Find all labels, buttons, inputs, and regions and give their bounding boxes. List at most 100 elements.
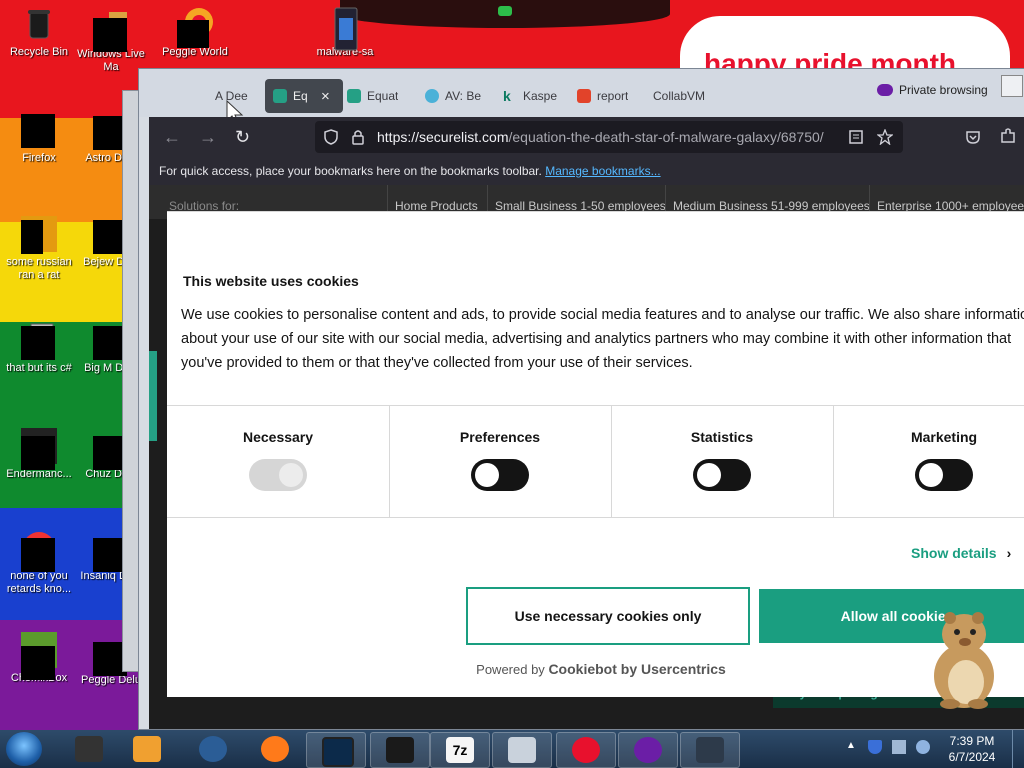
firefox-window: A Dee Eq × Equat AV: Be k Kaspe report C…: [138, 68, 1024, 730]
tracking-shield-icon[interactable]: [323, 129, 339, 145]
taskbar-window-1[interactable]: [306, 732, 366, 768]
forward-arrow-icon[interactable]: →: [199, 127, 217, 148]
use-necessary-cookies-button[interactable]: Use necessary cookies only: [466, 587, 750, 645]
private-mask-icon: [877, 84, 893, 96]
tray-expand-icon[interactable]: ▲: [846, 740, 856, 751]
url-text[interactable]: https://securelist.com/equation-the-deat…: [377, 129, 824, 145]
cookie-consent-dialog: This website uses cookies We use cookies…: [167, 211, 1024, 697]
necessary-toggle: [249, 459, 307, 491]
window-icon: [322, 737, 354, 767]
back-arrow-icon[interactable]: ←: [163, 127, 181, 148]
tab-equation[interactable]: Equat: [347, 79, 411, 113]
taskbar-7zip[interactable]: 7z: [430, 732, 490, 768]
system-clock[interactable]: 7:39 PM 6/7/2024: [940, 733, 1004, 765]
windows-live-icon: [93, 8, 129, 52]
start-button[interactable]: [6, 732, 42, 766]
category-preferences: Preferences: [389, 405, 611, 517]
desktop-icon-firefox[interactable]: Firefox: [0, 112, 78, 165]
kaspersky-cube-icon: [347, 89, 361, 103]
show-desktop-button[interactable]: [1012, 730, 1024, 768]
media-player-icon: [133, 736, 161, 762]
desktop-icon-recycle-bin[interactable]: Recycle Bin: [0, 6, 78, 59]
chevron-right-icon: ›: [1006, 545, 1012, 561]
taskbar-app-manager[interactable]: [60, 732, 118, 766]
window-minimize-button[interactable]: [1001, 75, 1023, 97]
lock-icon[interactable]: [351, 129, 365, 145]
taskbar: 7z ▲ 7:39 PM 6/7/2024: [0, 730, 1024, 768]
preferences-toggle[interactable]: [471, 459, 529, 491]
network-icon[interactable]: [892, 740, 906, 754]
desktop-icon-windows-live[interactable]: Windows Live Ma: [72, 8, 150, 74]
desktop-icon-none-of-you[interactable]: none of you retards kno...: [0, 530, 78, 596]
bookmark-star-icon[interactable]: [877, 129, 893, 145]
taskbar-collabvm[interactable]: [680, 732, 740, 768]
volume-icon[interactable]: [916, 740, 930, 754]
extensions-puzzle-icon[interactable]: [999, 127, 1017, 145]
windows-stack-icon: [21, 322, 57, 360]
taskbar-window-2[interactable]: [370, 732, 430, 768]
notepad-icon: [508, 737, 536, 763]
book-icon: [327, 6, 363, 51]
category-necessary: Necessary: [167, 405, 389, 517]
security-shield-icon[interactable]: [868, 740, 882, 754]
category-statistics: Statistics: [611, 405, 833, 517]
cookiebot-brand[interactable]: Cookiebot by Usercentrics: [548, 661, 725, 677]
gitlab-icon: [577, 89, 591, 103]
powered-by-cookiebot: Powered by Cookiebot by Usercentrics: [476, 661, 726, 677]
page-accent-bar: [149, 351, 157, 441]
pride-icon: [572, 737, 600, 763]
console-icon: [21, 428, 57, 470]
reload-icon[interactable]: ↻: [235, 127, 250, 148]
cookie-dialog-body: We use cookies to personalise content an…: [181, 307, 1024, 371]
tab-report[interactable]: report: [577, 79, 641, 113]
manage-bookmarks-link[interactable]: Manage bookmarks...: [545, 164, 660, 178]
desktop-icon-chomikbox[interactable]: ChomikBox: [0, 632, 78, 685]
navigation-toolbar: ← → ↻ https://securelist.com/equation-th…: [149, 117, 1024, 157]
url-bar[interactable]: https://securelist.com/equation-the-deat…: [315, 121, 903, 153]
hamster-mascot-image: [934, 612, 994, 709]
firefox-icon: [21, 112, 57, 148]
reader-view-icon[interactable]: [849, 130, 863, 144]
firefox-icon: [261, 736, 289, 762]
show-details-link[interactable]: Show details ›: [911, 545, 1011, 561]
peggle-icon: [177, 6, 213, 48]
chomikbox-icon: [21, 632, 57, 680]
taskbar-globe[interactable]: [184, 732, 242, 766]
desktop-icon-endermanch[interactable]: Endermanc...: [0, 428, 78, 481]
taskbar-private-firefox[interactable]: [618, 732, 678, 768]
globe-icon: [199, 736, 227, 762]
tab-av-be[interactable]: AV: Be: [425, 79, 489, 113]
swirl-icon: [21, 530, 57, 572]
pocket-icon[interactable]: [965, 129, 981, 145]
marketing-toggle[interactable]: [915, 459, 973, 491]
desktop-icon-peggle-world[interactable]: Peggle World: [156, 6, 234, 59]
taskbar-media-player[interactable]: [118, 732, 176, 766]
desktop-icon-malware-samples[interactable]: malware-sa: [306, 6, 384, 59]
tab-kaspersky[interactable]: k Kaspe: [503, 79, 567, 113]
taskbar-notepad[interactable]: [492, 732, 552, 768]
cookie-dialog-title: This website uses cookies: [183, 273, 359, 289]
terminal-icon: [386, 737, 414, 763]
cloud-icon: [425, 89, 439, 103]
bookmarks-toolbar: For quick access, place your bookmarks h…: [149, 157, 1024, 185]
vm-icon: [696, 737, 724, 763]
tab-collabvm[interactable]: CollabVM: [653, 79, 723, 113]
private-browsing-icon: [634, 737, 662, 763]
kaspersky-cube-icon: [273, 89, 287, 103]
recycle-bin-icon: [21, 6, 57, 42]
category-marketing: Marketing: [833, 405, 1024, 517]
file-icon: [21, 216, 57, 254]
app-manager-icon: [75, 736, 103, 762]
wallpaper-top-decoration: [340, 0, 670, 28]
desktop-icon-some-russian[interactable]: some russian ran a rat: [0, 216, 78, 282]
7zip-icon: 7z: [446, 737, 474, 763]
kaspersky-k-icon: k: [503, 88, 511, 104]
desktop-icon-that-but-its-csharp[interactable]: that but its c#: [0, 322, 78, 375]
taskbar-firefox[interactable]: [246, 732, 304, 766]
taskbar-pride[interactable]: [556, 732, 616, 768]
statistics-toggle[interactable]: [693, 459, 751, 491]
private-browsing-indicator: Private browsing: [877, 83, 988, 97]
web-page: Solutions for: Home Products Small Busin…: [149, 185, 1024, 729]
close-tab-icon[interactable]: ×: [321, 88, 330, 105]
tab-equation-active[interactable]: Eq ×: [265, 79, 343, 113]
